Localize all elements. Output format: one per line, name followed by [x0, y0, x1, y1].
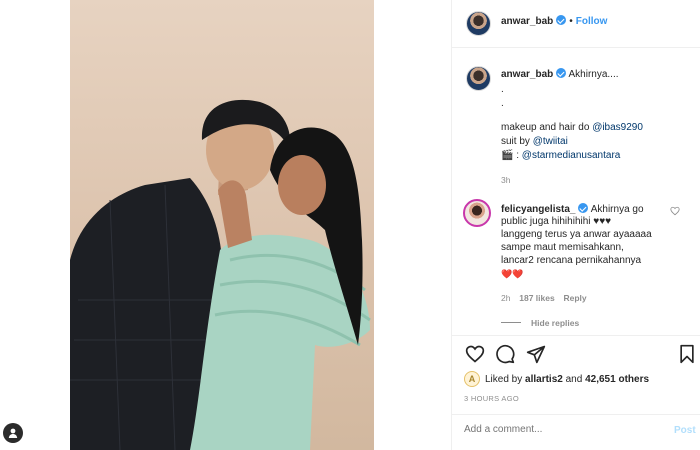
likes-row: Liked by allartis2 and 42,651 others: [485, 374, 649, 386]
actions-divider: [452, 335, 700, 336]
comment-icon[interactable]: [494, 343, 516, 365]
commenter-avatar[interactable]: [463, 199, 491, 227]
caption-owner-avatar[interactable]: [466, 66, 491, 91]
caption-text: Akhirnya....: [568, 69, 619, 80]
comment-line-4: sampe maut memisahkann,: [501, 242, 624, 253]
add-comment-input[interactable]: [464, 424, 654, 435]
caption-makeup-line: makeup and hair do @ibas9290: [501, 122, 643, 134]
makeup-mention-link[interactable]: @ibas9290: [592, 122, 643, 133]
post-comment-button[interactable]: Post: [674, 425, 696, 436]
verified-badge-icon: [578, 203, 589, 213]
caption-suit-prefix: suit by: [501, 136, 530, 147]
clapperboard-icon: 🎬: [501, 150, 514, 161]
caption-username[interactable]: anwar_bab: [501, 69, 553, 80]
heart-icon[interactable]: [464, 343, 486, 365]
caption-suit-line: suit by @twiitai: [501, 136, 568, 148]
owner-username[interactable]: anwar_bab: [501, 16, 553, 27]
separator-dot: •: [569, 16, 573, 27]
post-photo[interactable]: [70, 0, 374, 450]
reply-button[interactable]: Reply: [563, 293, 586, 303]
caption-studio-line: 🎬 : @starmedianusantara: [501, 150, 620, 162]
follow-button[interactable]: Follow: [576, 16, 608, 27]
caption-first-line: anwar_bab Akhirnya....: [501, 68, 619, 81]
comment-line-5: lancar2 rencana pernikahannya: [501, 255, 642, 266]
caption-colon: :: [516, 150, 520, 161]
bookmark-icon[interactable]: [676, 343, 698, 365]
suit-mention-link[interactable]: @twiitai: [533, 136, 568, 147]
comment-line-3: langgeng terus ya anwar ayaaaaa: [501, 229, 652, 240]
hide-replies-row[interactable]: Hide replies: [501, 317, 579, 330]
commenter-username[interactable]: felicyangelista_: [501, 204, 575, 215]
couple-photo-illustration: [70, 99, 371, 450]
post-header: anwar_bab • Follow: [452, 0, 700, 48]
caption-dot-1: .: [501, 84, 504, 95]
studio-mention-link[interactable]: @starmedianusantara: [522, 150, 621, 161]
likes-middle: and: [565, 374, 583, 385]
comment-emoji-line: ❤️❤️: [501, 269, 524, 279]
replies-divider: [501, 322, 521, 323]
comment-line-1: Akhirnya go: [590, 204, 644, 215]
user-icon[interactable]: [3, 423, 23, 443]
comment-line-2: public juga hihihihihi ♥♥♥: [501, 216, 612, 227]
comment-box-divider: [452, 414, 700, 415]
verified-badge-icon: [556, 68, 567, 78]
action-bar: [464, 343, 694, 365]
share-icon[interactable]: [525, 343, 547, 365]
comment-first-line: felicyangelista_ Akhirnya go: [501, 203, 644, 216]
post-timestamp[interactable]: 3 HOURS AGO: [464, 393, 519, 405]
liker-username[interactable]: allartis2: [525, 374, 563, 385]
comment-time[interactable]: 2h: [501, 293, 510, 303]
owner-avatar[interactable]: [466, 11, 491, 36]
small-heart-icon[interactable]: [668, 204, 682, 218]
comment-meta-row: 2h 187 likes Reply: [501, 292, 587, 305]
verified-badge-icon: [556, 15, 567, 25]
comment-likes-count[interactable]: 187 likes: [519, 293, 554, 303]
liker-avatar[interactable]: A: [464, 371, 480, 387]
owner-name-row: anwar_bab • Follow: [501, 15, 607, 28]
likes-count[interactable]: 42,651 others: [585, 374, 649, 385]
caption-time[interactable]: 3h: [501, 174, 510, 186]
post-side-panel: anwar_bab • Follow anwar_bab Akhirnya.... …: [451, 0, 700, 450]
caption-makeup-prefix: makeup and hair do: [501, 122, 590, 133]
hide-replies-button[interactable]: Hide replies: [531, 318, 579, 328]
likes-prefix: Liked by: [485, 374, 523, 385]
caption-dot-2: .: [501, 98, 504, 109]
